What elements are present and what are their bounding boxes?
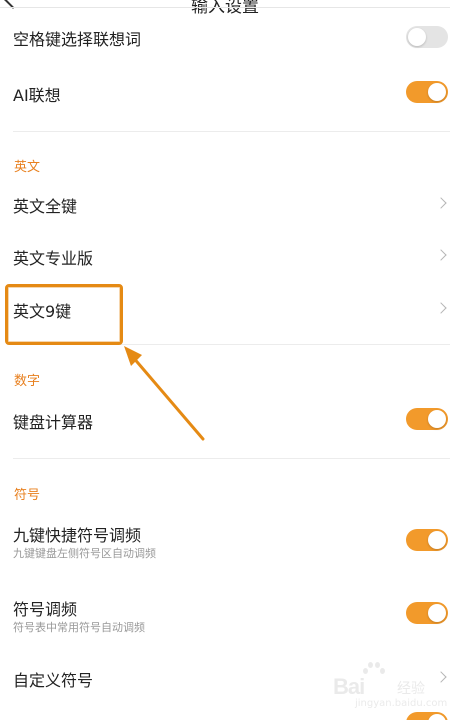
english-pro-label: 英文专业版	[13, 249, 94, 268]
toggle-knob	[428, 83, 446, 101]
toggle-knob	[428, 604, 446, 622]
watermark-url: jingyan.baidu.com	[355, 698, 448, 709]
nine-key-freq-description: 九键键盘左侧符号区自动调频	[13, 547, 156, 560]
ai-assoc-label: AI联想	[13, 86, 61, 105]
symbol-freq-toggle[interactable]	[406, 602, 448, 624]
ai-assoc-row[interactable]: AI联想	[0, 67, 450, 117]
space-select-toggle[interactable]	[406, 26, 448, 48]
watermark-text: 经验	[397, 681, 425, 697]
watermark-logo: Bai	[333, 674, 365, 699]
baidu-jingyan-watermark: Bai 经验 jingyan.baidu.com	[333, 662, 448, 714]
english-pro-row[interactable]: 英文专业版	[0, 230, 450, 280]
symbol-freq-label: 符号调频	[13, 600, 78, 619]
section-symbols-title: 符号	[14, 488, 41, 503]
english-full-row[interactable]: 英文全键	[0, 178, 450, 228]
nine-key-freq-label: 九键快捷符号调频	[13, 526, 142, 545]
annotation-highlight-box	[5, 284, 123, 345]
section-numbers-title: 数字	[14, 374, 41, 389]
toggle-knob	[428, 714, 446, 720]
calculator-row[interactable]: 键盘计算器	[0, 394, 450, 444]
chevron-right-icon	[435, 302, 447, 314]
header-divider	[0, 7, 450, 8]
toggle-knob	[408, 28, 426, 46]
nine-key-freq-toggle[interactable]	[406, 529, 448, 551]
toggle-knob	[428, 410, 446, 428]
calculator-toggle[interactable]	[406, 408, 448, 430]
symbol-freq-description: 符号表中常用符号自动调频	[13, 621, 145, 634]
chevron-right-icon	[435, 249, 447, 261]
english-full-label: 英文全键	[13, 197, 78, 216]
nine-key-freq-row[interactable]: 九键快捷符号调频 九键键盘左侧符号区自动调频	[0, 514, 450, 564]
calculator-label: 键盘计算器	[13, 413, 94, 432]
space-select-label: 空格键选择联想词	[13, 30, 142, 49]
ai-assoc-toggle[interactable]	[406, 81, 448, 103]
toggle-knob	[428, 531, 446, 549]
space-select-row[interactable]: 空格键选择联想词	[0, 12, 450, 62]
symbol-freq-row[interactable]: 符号调频 符号表中常用符号自动调频	[0, 588, 450, 638]
paw-icon	[363, 662, 385, 680]
section-divider	[13, 458, 450, 459]
section-english-title: 英文	[14, 160, 41, 175]
chevron-right-icon	[435, 197, 447, 209]
custom-symbols-label: 自定义符号	[13, 671, 94, 690]
section-divider	[13, 131, 450, 132]
